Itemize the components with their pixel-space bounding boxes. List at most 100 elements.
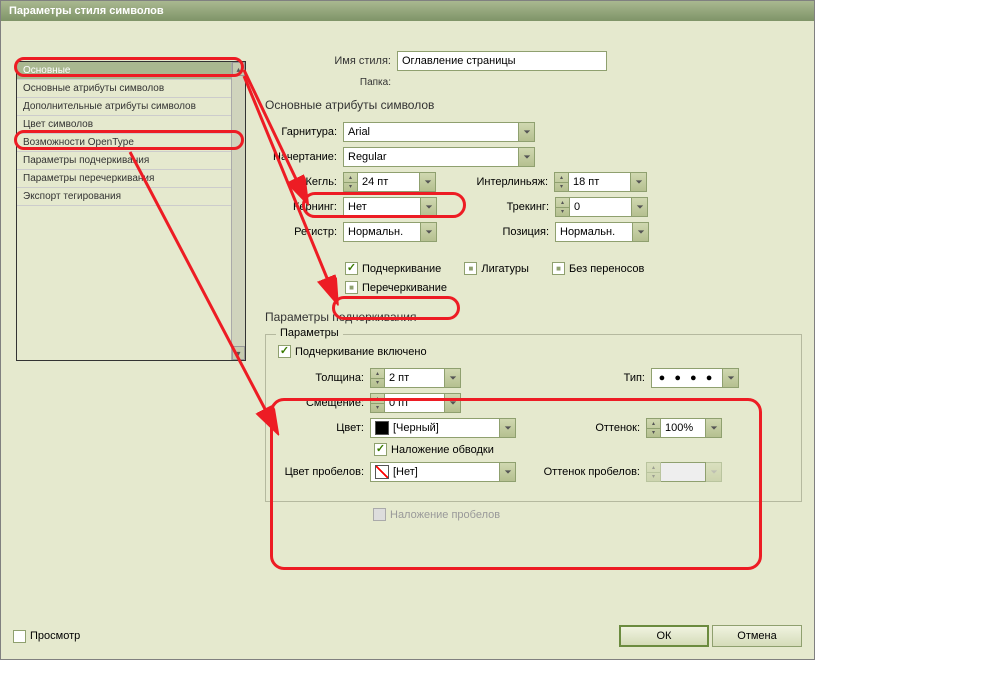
sidebar-item-underline[interactable]: Параметры подчеркивания [17,152,245,170]
weight-input[interactable] [385,368,445,388]
nobreak-checkbox-label: Без переносов [569,263,644,275]
underline-options-fieldset: Параметры Подчеркивание включено Толщина… [265,334,802,502]
gap-color-dropdown-icon[interactable] [500,462,516,482]
underline-on-checkbox-row[interactable]: Подчеркивание включено [278,345,427,358]
none-swatch-icon [375,465,389,479]
position-input[interactable] [555,222,633,242]
overprint-gap-checkbox-row: Наложение пробелов [373,508,500,521]
dialog-content: Основные Основные атрибуты символов Допо… [1,21,814,659]
color-dropdown-icon[interactable] [500,418,516,438]
underline-on-checkbox-label: Подчеркивание включено [295,346,427,358]
titlebar: Параметры стиля символов [1,1,814,21]
gap-color-label: Цвет пробелов: [278,466,370,478]
offset-input[interactable] [385,393,445,413]
tracking-spinner[interactable]: ▴▾ [555,197,570,217]
overprint-stroke-checkbox-row[interactable]: Наложение обводки [374,443,494,456]
preview-checkbox-row[interactable]: Просмотр [13,630,80,643]
main-panel: Имя стиля: Папка: Основные атрибуты симв… [265,51,802,601]
sidebar-item-char-color[interactable]: Цвет символов [17,116,245,134]
font-style-input[interactable] [343,147,519,167]
nobreak-checkbox-row[interactable]: Без переносов [552,262,644,275]
cancel-button[interactable]: Отмена [712,625,802,647]
case-label: Регистр: [265,226,343,238]
size-dropdown-icon[interactable] [420,172,436,192]
preview-checkbox[interactable] [13,630,26,643]
sidebar-item-tag-export[interactable]: Экспорт тегирования [17,188,245,206]
font-family-input[interactable] [343,122,519,142]
font-style-label: Начертание: [265,151,343,163]
sidebar-scrollbar[interactable]: ▴ ▾ [231,62,245,360]
scroll-up-icon[interactable]: ▴ [232,62,245,76]
color-label: Цвет: [278,422,370,434]
size-field[interactable]: ▴▾ [343,172,436,192]
weight-dropdown-icon[interactable] [445,368,461,388]
dialog-window: Параметры стиля символов Основные Основн… [0,0,815,660]
style-name-input[interactable] [397,51,607,71]
font-family-label: Гарнитура: [265,126,343,138]
tracking-input[interactable] [570,197,632,217]
weight-spinner[interactable]: ▴▾ [370,368,385,388]
leading-field[interactable]: ▴▾ [554,172,647,192]
sidebar-item-basic-char[interactable]: Основные атрибуты символов [17,80,245,98]
size-spinner[interactable]: ▴▾ [343,172,358,192]
leading-dropdown-icon[interactable] [631,172,647,192]
size-input[interactable] [358,172,420,192]
gap-tint-dropdown-icon [706,462,722,482]
kerning-label: Кернинг: [265,201,343,213]
sidebar-item-strike[interactable]: Параметры перечеркивания [17,170,245,188]
position-dropdown-icon[interactable] [633,222,649,242]
font-style-dropdown-icon[interactable] [519,147,535,167]
sidebar-item-basic[interactable]: Основные [17,62,245,80]
ligatures-checkbox[interactable] [464,262,477,275]
kerning-dropdown-icon[interactable] [421,197,437,217]
offset-spinner[interactable]: ▴▾ [370,393,385,413]
offset-label: Смещение: [278,397,370,409]
leading-spinner[interactable]: ▴▾ [554,172,569,192]
gap-color-value: [Нет] [393,466,418,478]
kerning-input[interactable] [343,197,421,217]
strike-checkbox[interactable] [345,281,358,294]
fieldset-legend: Параметры [276,327,343,339]
type-label: Тип: [461,372,651,384]
color-value: [Черный] [393,422,439,434]
overprint-stroke-label: Наложение обводки [391,444,494,456]
case-input[interactable] [343,222,421,242]
tracking-label: Трекинг: [437,201,555,213]
style-name-label: Имя стиля: [305,55,397,67]
tint-label: Оттенок: [516,422,646,434]
font-family-dropdown-icon[interactable] [519,122,535,142]
overprint-stroke-checkbox[interactable] [374,443,387,456]
leading-input[interactable] [569,172,631,192]
size-label: Кегль: [265,176,343,188]
tint-dropdown-icon[interactable] [706,418,722,438]
window-title: Параметры стиля символов [9,5,164,17]
scroll-down-icon[interactable]: ▾ [232,346,245,360]
tracking-dropdown-icon[interactable] [632,197,648,217]
nobreak-checkbox[interactable] [552,262,565,275]
preview-label: Просмотр [30,630,80,642]
weight-label: Толщина: [278,372,370,384]
offset-dropdown-icon[interactable] [445,393,461,413]
underline-checkbox[interactable] [345,262,358,275]
strike-checkbox-row[interactable]: Перечеркивание [345,281,447,294]
tint-spinner[interactable]: ▴▾ [646,418,661,438]
gap-color-select[interactable]: [Нет] [370,462,500,482]
underline-on-checkbox[interactable] [278,345,291,358]
section-basic-char-title: Основные атрибуты символов [265,98,802,112]
category-sidebar: Основные Основные атрибуты символов Допо… [16,61,246,361]
gap-tint-spinner[interactable]: ▴▾ [646,462,661,482]
ligatures-checkbox-row[interactable]: Лигатуры [464,262,529,275]
underline-checkbox-row[interactable]: Подчеркивание [345,262,441,275]
sidebar-item-opentype[interactable]: Возможности OpenType [17,134,245,152]
color-select[interactable]: [Черный] [370,418,500,438]
sidebar-item-adv-char[interactable]: Дополнительные атрибуты символов [17,98,245,116]
underline-checkbox-label: Подчеркивание [362,263,441,275]
type-preview[interactable]: ● ● ● ● [651,368,723,388]
type-dropdown-icon[interactable] [723,368,739,388]
folder-label: Папка: [305,77,397,88]
ok-button[interactable]: ОК [619,625,709,647]
section-underline-title: Параметры подчеркивания [265,310,802,324]
tint-input[interactable] [661,418,706,438]
gap-tint-label: Оттенок пробелов: [516,466,646,478]
case-dropdown-icon[interactable] [421,222,437,242]
